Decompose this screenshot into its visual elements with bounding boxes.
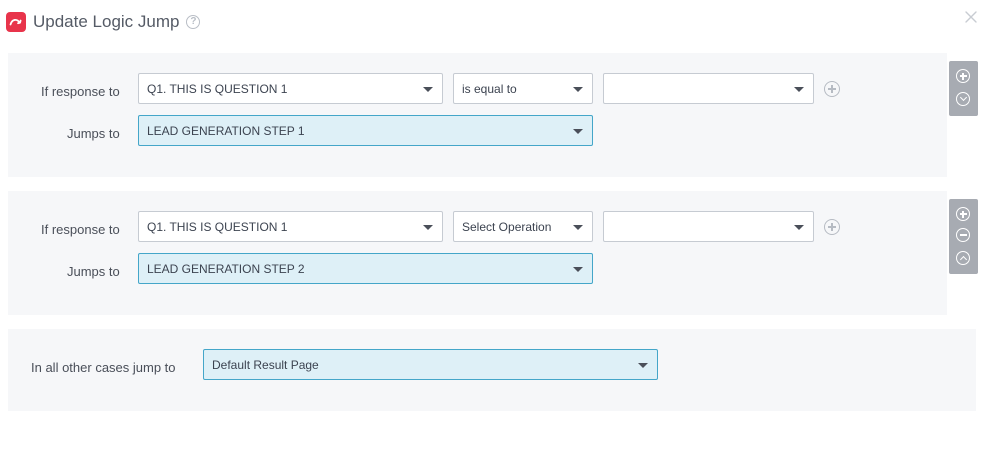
move-up-icon[interactable]: [956, 251, 970, 265]
default-jump-label: In all other cases jump to: [31, 360, 176, 375]
add-rule-icon[interactable]: [956, 207, 970, 221]
jump-target-value: LEAD GENERATION STEP 1: [147, 123, 305, 138]
rule-2-controls: [949, 199, 978, 274]
logic-rule-1: If response to Q1. THIS IS QUESTION 1 is…: [8, 53, 947, 177]
operation-select[interactable]: Select Operation: [453, 211, 593, 242]
question-circle-icon[interactable]: ?: [186, 15, 201, 29]
add-condition-icon[interactable]: [824, 219, 840, 235]
default-jump-section: In all other cases jump to Default Resul…: [8, 329, 976, 411]
question-select-value: Q1. THIS IS QUESTION 1: [147, 81, 288, 96]
chevron-down-icon: [638, 363, 648, 368]
add-rule-icon[interactable]: [956, 69, 970, 83]
jump-target-value: LEAD GENERATION STEP 2: [147, 261, 305, 276]
modal-header: Update Logic Jump ?: [6, 10, 201, 34]
value-select[interactable]: [603, 211, 814, 242]
add-condition-icon[interactable]: [824, 81, 840, 97]
default-target-value: Default Result Page: [212, 357, 319, 372]
logic-rule-2: If response to Q1. THIS IS QUESTION 1 Se…: [8, 191, 947, 315]
move-down-icon[interactable]: [956, 92, 970, 106]
value-select[interactable]: [603, 73, 814, 104]
update-logic-jump-modal: Update Logic Jump ? If response to Q1. T…: [0, 0, 997, 474]
if-response-label: If response to: [41, 222, 120, 237]
default-target-select[interactable]: Default Result Page: [203, 349, 658, 380]
jumps-to-label: Jumps to: [67, 264, 120, 279]
brand-logo-icon: [6, 12, 26, 32]
chevron-down-icon: [573, 225, 583, 230]
question-select[interactable]: Q1. THIS IS QUESTION 1: [138, 73, 443, 104]
operation-select-value: is equal to: [462, 81, 517, 96]
remove-rule-icon[interactable]: [956, 228, 970, 242]
if-response-label: If response to: [41, 84, 120, 99]
jumps-to-label: Jumps to: [67, 126, 120, 141]
chevron-down-icon: [573, 267, 583, 272]
modal-title: Update Logic Jump: [33, 12, 180, 31]
chevron-down-icon: [573, 87, 583, 92]
chevron-down-icon: [423, 225, 433, 230]
question-select-value: Q1. THIS IS QUESTION 1: [147, 219, 288, 234]
question-select[interactable]: Q1. THIS IS QUESTION 1: [138, 211, 443, 242]
jump-target-select[interactable]: LEAD GENERATION STEP 2: [138, 253, 593, 284]
chevron-down-icon: [423, 87, 433, 92]
jump-target-select[interactable]: LEAD GENERATION STEP 1: [138, 115, 593, 146]
chevron-down-icon: [794, 87, 804, 92]
rule-1-controls: [949, 61, 978, 116]
close-icon[interactable]: [962, 8, 980, 26]
operation-select-value: Select Operation: [462, 219, 552, 234]
operation-select[interactable]: is equal to: [453, 73, 593, 104]
chevron-down-icon: [573, 129, 583, 134]
chevron-down-icon: [794, 225, 804, 230]
